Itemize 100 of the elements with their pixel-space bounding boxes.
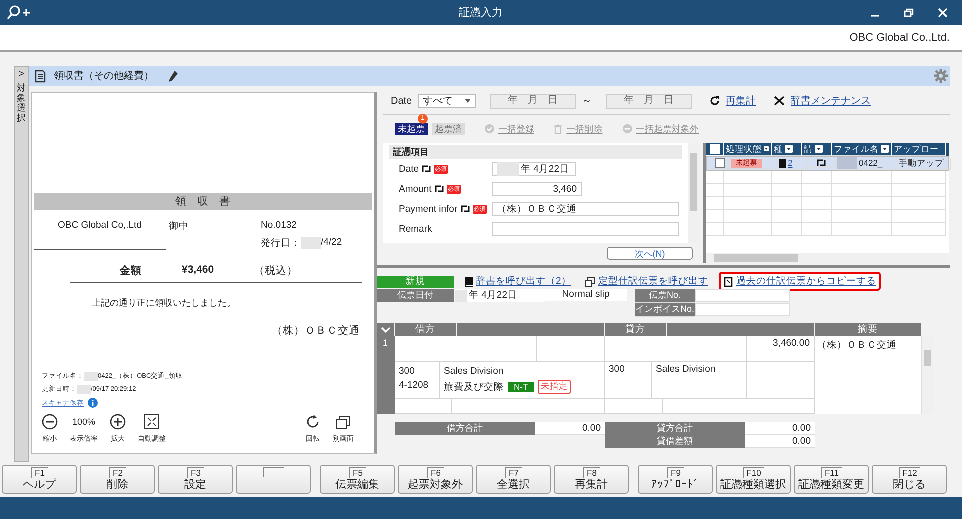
total-value: 0.00 [745,422,815,435]
filter-icon[interactable] [785,145,793,153]
status-tab[interactable]: 未起票 [395,123,428,135]
close-icon[interactable] [938,8,948,18]
date-label: Date [391,96,412,106]
filter-icon[interactable] [881,145,889,153]
input-field[interactable] [492,222,679,236]
field-label: 伝票No. [635,289,695,303]
slip-number-field[interactable] [695,289,790,302]
column-header: 借方 [395,323,457,336]
function-key[interactable]: F8 再集計 [554,465,629,494]
table-cell [802,197,832,210]
field-label: Payment infor [399,204,458,214]
column-header[interactable]: 種 [774,144,783,154]
function-key[interactable]: F9 ｱｯﾌﾟﾛｰﾄﾞ [638,465,713,494]
amount-value: ¥3,460 [182,264,214,278]
book-icon [779,158,786,168]
date-to-field[interactable]: 年 月 日 [606,94,692,108]
table-cell [724,184,772,197]
table-cell [772,171,802,184]
input-field[interactable]: 3,460 [492,182,582,196]
mode-label: 新規 [377,276,454,288]
department-name: Sales Division [656,364,716,375]
tools-icon[interactable] [774,96,786,106]
table-cell [832,197,892,210]
filter-icon[interactable] [815,145,823,153]
receipt-number: No.0132 [261,220,298,231]
refresh-icon[interactable] [710,96,720,106]
receipt-message: 上記の通り正に領収いたしました。 [92,297,237,310]
chevron-icon[interactable] [380,326,390,332]
slip-type: Normal slip [545,289,627,301]
rotate-icon[interactable] [305,414,321,430]
toolbar-link[interactable]: 再集計 [726,94,756,108]
function-key[interactable]: F12 閉じる [872,465,947,494]
count-link[interactable]: 2 [788,158,793,168]
restore-icon[interactable] [904,8,914,18]
total-value: 0.00 [535,422,605,435]
next-button[interactable]: 次へ(N) [607,247,693,260]
toolbar-link[interactable]: 辞書メンテナンス [791,94,872,108]
scrollbar[interactable] [706,253,949,263]
table-cell [832,184,892,197]
date-select[interactable]: すべて [418,94,476,108]
table-cell [892,223,946,236]
zoom-out-icon[interactable] [42,414,58,430]
table-cell [706,171,724,184]
fit-icon[interactable] [144,414,160,430]
function-key[interactable] [236,465,311,494]
expand-toggle[interactable]: > [18,69,24,80]
input-field[interactable]: 年 4月22日 [492,162,576,176]
pen-icon[interactable] [168,70,179,82]
table-cell [724,210,772,223]
function-key[interactable]: F1 ヘルプ [2,465,77,494]
windows-icon[interactable] [336,414,352,430]
table-cell [802,184,832,197]
column-header[interactable]: アップロー [894,144,939,154]
recipient-name: OBC Global Co,.Ltd [34,220,166,250]
table-cell [724,223,772,236]
status-tab[interactable]: 起票済 [432,123,465,135]
field-label: 伝票日付 [377,289,454,302]
total-value: 0.00 [745,435,815,448]
table-cell [706,197,724,210]
function-key[interactable]: F11 証憑種類変更 [794,465,869,494]
window-title: 証憑入力 [459,6,503,20]
journal-link[interactable]: 定型仕訳伝票を呼び出す [598,275,708,288]
date-from-field[interactable]: 年 月 日 [490,94,576,108]
table-cell: 0422_ [859,158,883,168]
info-icon[interactable] [88,398,98,408]
range-separator: ～ [582,95,592,108]
tax-tag: N-T [508,382,534,392]
journal-link[interactable]: 過去の仕訳伝票からコピーする [736,275,876,288]
department-name: Sales Division [444,366,505,377]
column-header[interactable]: 請 [804,144,813,154]
table-cell: 手動アップ [899,158,944,168]
function-key[interactable]: F3 設定 [158,465,233,494]
function-key[interactable]: F6 起票対象外 [398,465,473,494]
account-code: 300 [609,364,625,375]
invoice-number-field[interactable] [695,303,790,316]
sidebar-label: 対象選択 [17,84,26,124]
sidebar-tab[interactable]: > 対象選択 [14,66,29,462]
issue-date: /4/22 [321,237,342,250]
table-cell [706,210,724,223]
function-key[interactable]: F5 伝票編集 [320,465,395,494]
search-plus-icon[interactable] [6,4,32,20]
sub-account-code: 4-1208 [399,380,430,391]
filter-icon[interactable] [764,145,769,153]
clipboard-icon [724,276,734,287]
column-header[interactable]: ファイル名 [834,144,879,154]
input-field[interactable]: （株）ＯＢＣ交通 [492,202,679,216]
honorific: 御中 [169,220,190,234]
table-cell [706,223,724,236]
checkbox[interactable] [714,158,724,168]
function-key[interactable]: F10 証憑種類選択 [716,465,791,494]
zoom-in-icon[interactable] [110,414,126,430]
document-icon [35,70,46,82]
journal-link[interactable]: 辞書を呼び出す（2） [476,275,572,288]
function-key[interactable]: F7 全選択 [476,465,551,494]
date-field[interactable]: 年 4月22日 [455,289,545,302]
table-cell [892,197,946,210]
column-header[interactable]: 処理状態 [726,144,762,154]
function-key[interactable]: F2 削除 [80,465,155,494]
